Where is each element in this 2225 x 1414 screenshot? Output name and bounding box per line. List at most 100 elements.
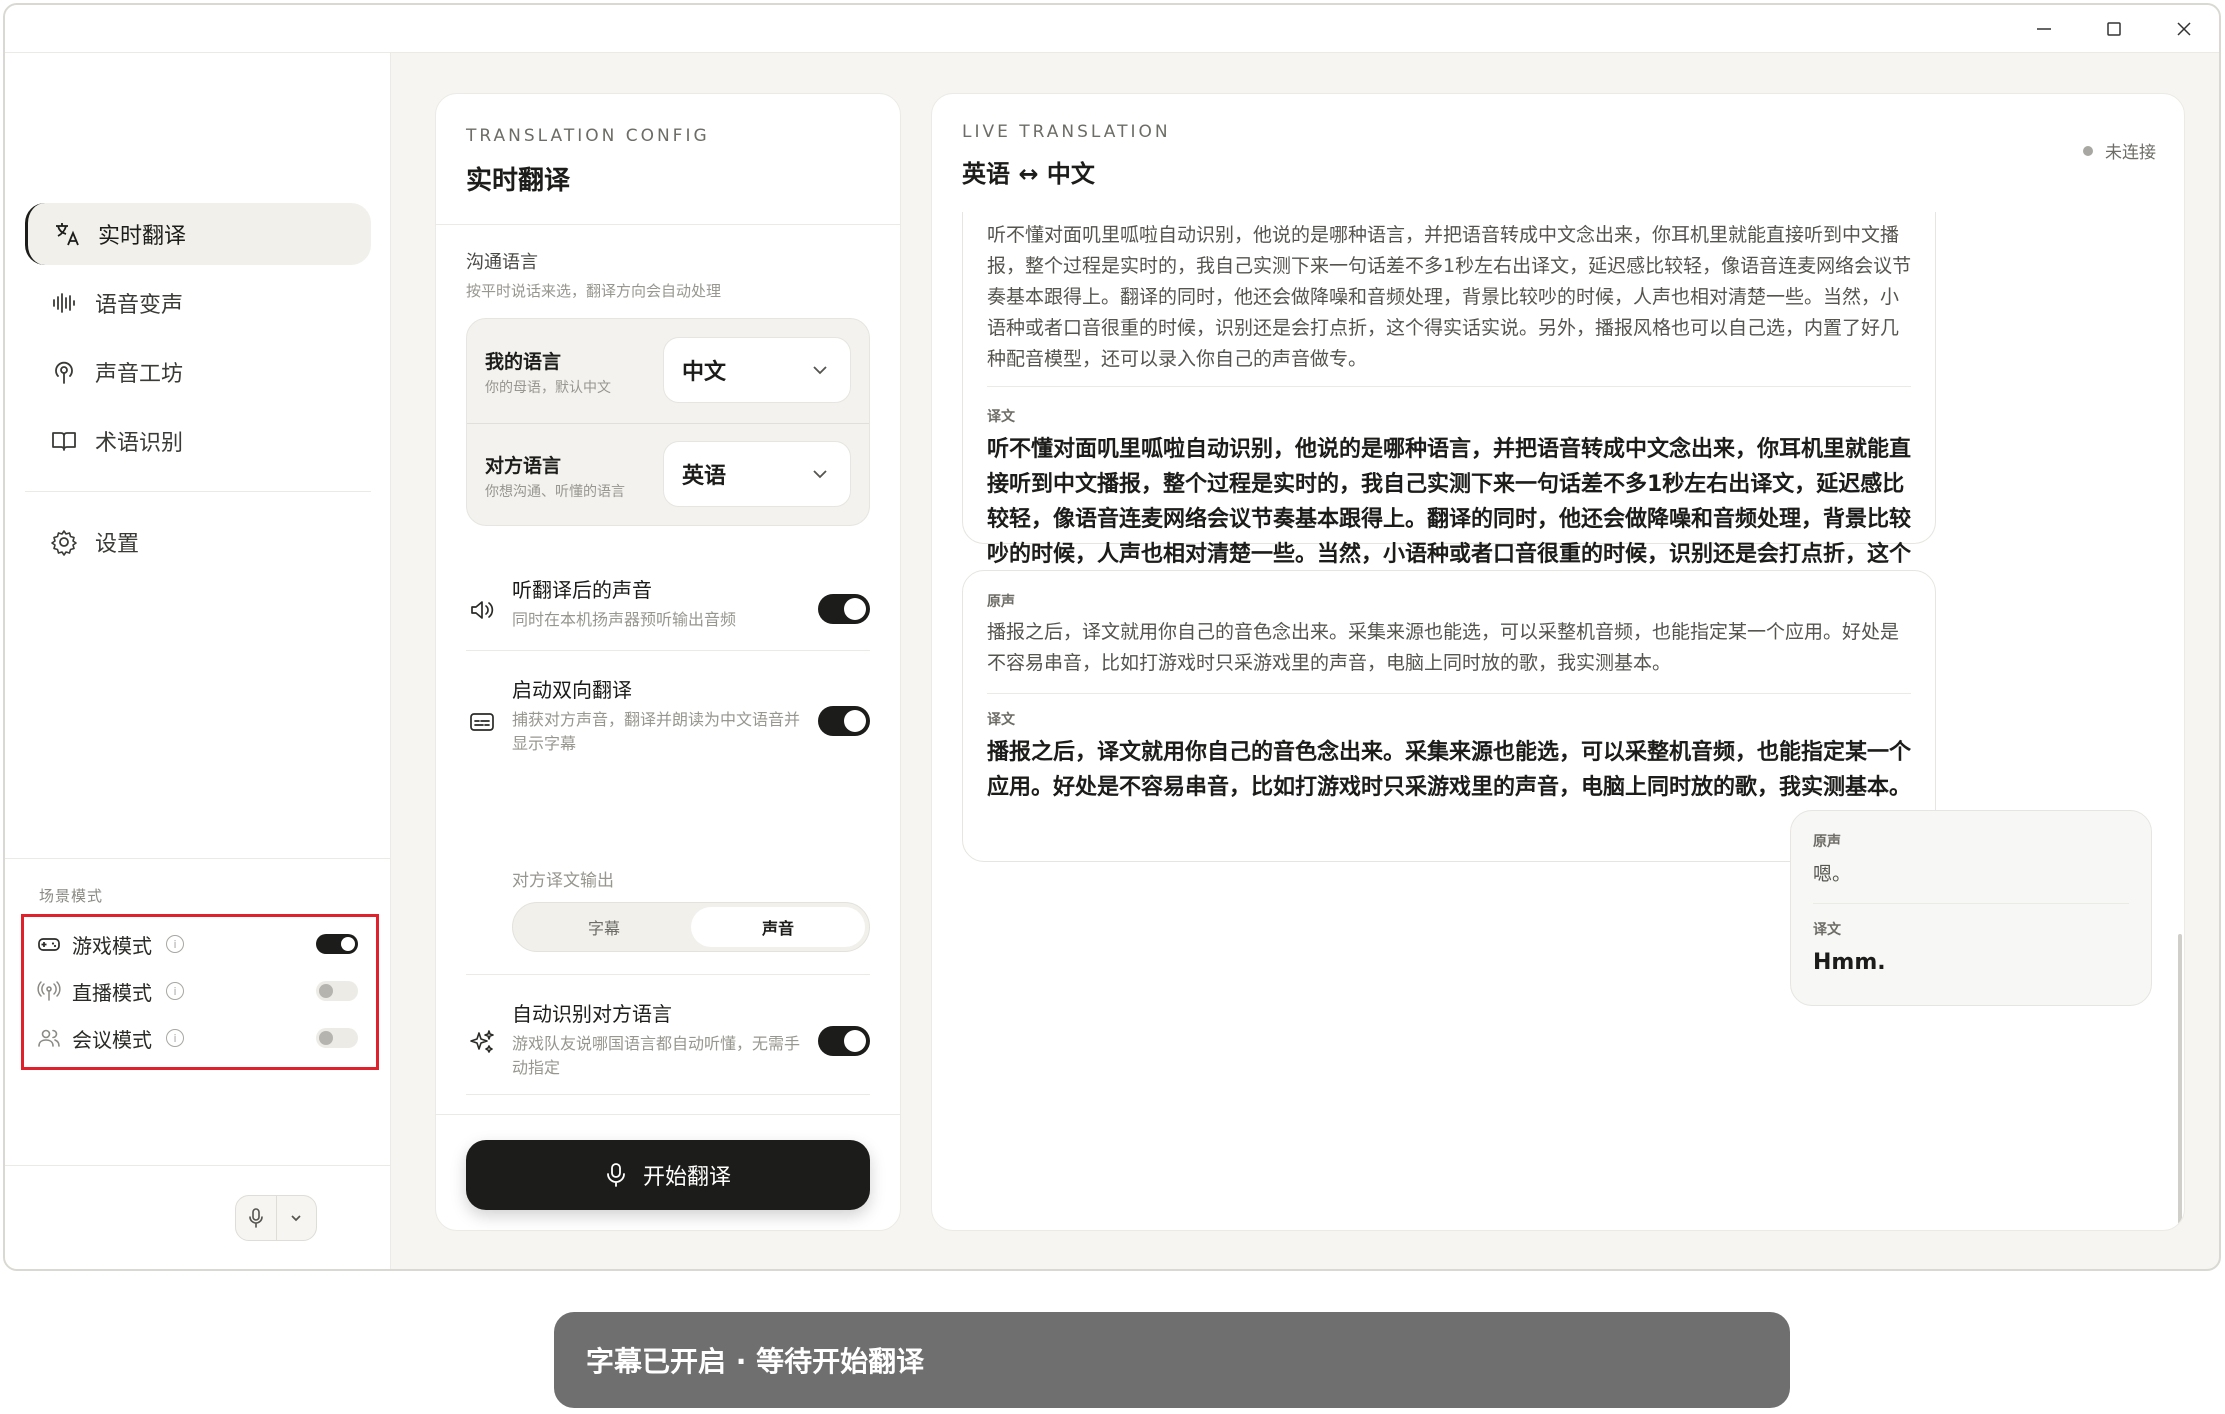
message-target-tag: 译文	[1813, 922, 1841, 938]
message-source-text: 嗯。	[1813, 863, 1852, 885]
people-icon	[36, 1025, 62, 1051]
broadcast-icon	[49, 357, 79, 387]
my-language-select[interactable]: 中文	[663, 337, 851, 403]
mic-device-picker[interactable]	[235, 1195, 317, 1241]
peer-language-value: 英语	[682, 464, 727, 489]
message-bubble: 原声 嗯。 译文 Hmm.	[1790, 810, 2152, 1006]
message-divider	[987, 386, 1911, 387]
option-sub: 游戏队友说哪国语言都自动听懂，无需手动指定	[512, 1034, 801, 1077]
footer-divider	[5, 1165, 391, 1166]
scene-label-meeting: 会议模式	[72, 1027, 152, 1052]
my-language-sub: 你的母语，默认中文	[485, 380, 611, 396]
chevron-down-icon	[813, 366, 827, 375]
status-toast: 字幕已开启 · 等待开始翻译	[554, 1312, 1790, 1408]
mic-button[interactable]	[236, 1196, 276, 1240]
output-option-subtitle[interactable]: 字幕	[517, 907, 691, 947]
sidebar-item-voice-workshop[interactable]: 声音工坊	[25, 341, 371, 403]
peer-language-row: 对方语言 你想沟通、听懂的语言 英语	[467, 423, 869, 527]
maximize-button[interactable]	[2079, 5, 2149, 53]
live-translation-panel: LIVE TRANSLATION 英语 ↔ 中文 未连接 听不懂对面叽里呱啦自动…	[931, 93, 2185, 1231]
sidebar: 实时翻译 语音变声 声音工坊 术语识别 设置 场景模式 游戏模式 i 直播模式 …	[5, 53, 391, 1269]
game-mode-toggle[interactable]	[316, 934, 358, 954]
mic-dropdown-button[interactable]	[275, 1196, 317, 1240]
minimize-icon	[2037, 28, 2051, 30]
message-source-text: 听不懂对面叽里呱啦自动识别，他说的是哪种语言，并把语音转成中文念出来，你耳机里就…	[987, 224, 1912, 370]
waveform-icon	[49, 288, 79, 318]
close-icon	[2177, 22, 2191, 36]
sparkle-icon	[466, 1026, 498, 1058]
mic-icon	[248, 1208, 263, 1228]
live-mode-toggle[interactable]	[316, 981, 358, 1001]
scene-row-meeting[interactable]: 会议模式 i	[36, 1018, 364, 1058]
scrollbar[interactable]	[2178, 934, 2182, 1224]
sidebar-item-voice-changer[interactable]: 语音变声	[25, 272, 371, 334]
message-bubble: 听不懂对面叽里呱啦自动识别，他说的是哪种语言，并把语音转成中文念出来，你耳机里就…	[962, 212, 1936, 637]
message-divider	[987, 693, 1911, 694]
output-label: 对方译文输出	[512, 871, 614, 891]
lang-section-subtitle: 按平时说话来选，翻译方向会自动处理	[466, 282, 722, 300]
message-source-tag: 原声	[987, 594, 1015, 610]
config-header-divider	[436, 224, 900, 225]
peer-language-sub: 你想沟通、听懂的语言	[485, 484, 625, 500]
message-divider	[1813, 903, 2129, 904]
sidebar-item-label: 语音变声	[95, 293, 184, 318]
output-option-voice[interactable]: 声音	[691, 907, 865, 947]
meeting-mode-toggle[interactable]	[316, 1028, 358, 1048]
message-source-text: 播报之后，译文就用你自己的音色念出来。采集来源也能选，可以采整机音频，也能指定某…	[987, 621, 1900, 674]
book-icon	[49, 426, 79, 456]
sidebar-item-terms[interactable]: 术语识别	[25, 410, 371, 472]
sidebar-item-label: 设置	[95, 532, 140, 557]
two-way-toggle[interactable]	[818, 706, 870, 736]
option-divider	[466, 974, 870, 975]
option-sub: 捕获对方声音，翻译并朗读为中文语音并显示字幕	[512, 710, 801, 753]
option-listen-translated: 听翻译后的声音 同时在本机扬声器预听输出音频	[466, 574, 870, 654]
sidebar-item-label: 术语识别	[95, 431, 184, 456]
my-language-label: 我的语言	[485, 351, 562, 373]
scene-row-game[interactable]: 游戏模式 i	[36, 924, 364, 964]
option-two-way: 启动双向翻译 捕获对方声音，翻译并朗读为中文语音并显示字幕	[466, 674, 870, 774]
scene-mode-label: 场景模式	[39, 887, 104, 905]
connection-status: 未连接	[2083, 138, 2156, 163]
live-eyebrow: LIVE TRANSLATION	[962, 122, 1171, 142]
chevron-down-icon	[291, 1215, 301, 1222]
message-target-tag: 译文	[987, 712, 1015, 728]
message-target-text: Hmm.	[1813, 950, 1886, 975]
config-title: 实时翻译	[466, 166, 571, 196]
minimize-button[interactable]	[2009, 5, 2079, 53]
config-eyebrow: TRANSLATION CONFIG	[466, 126, 710, 146]
config-footer-divider	[436, 1114, 900, 1115]
option-auto-detect: 自动识别对方语言 游戏队友说哪国语言都自动听懂，无需手动指定	[466, 998, 870, 1088]
speaker-icon	[466, 594, 498, 626]
sidebar-item-label: 声音工坊	[95, 362, 184, 387]
message-source-tag: 原声	[1813, 834, 1841, 850]
option-divider	[466, 650, 870, 651]
option-sub: 同时在本机扬声器预听输出音频	[512, 610, 737, 629]
info-icon[interactable]: i	[166, 1029, 184, 1047]
peer-language-select[interactable]: 英语	[663, 441, 851, 507]
status-text: 未连接	[2105, 143, 2156, 163]
sidebar-divider	[25, 491, 371, 492]
scene-divider	[5, 858, 391, 859]
start-button-label: 开始翻译	[642, 1165, 731, 1190]
start-translation-button[interactable]: 开始翻译	[466, 1140, 870, 1210]
listen-translated-toggle[interactable]	[818, 594, 870, 624]
gamepad-icon	[36, 931, 62, 957]
subtitle-icon	[466, 706, 498, 738]
my-language-row: 我的语言 你的母语，默认中文 中文	[467, 319, 869, 423]
message-target-text: 播报之后，译文就用你自己的音色念出来。采集来源也能选，可以采整机音频，也能指定某…	[987, 740, 1912, 800]
scene-row-live[interactable]: 直播模式 i	[36, 971, 364, 1011]
peer-language-label: 对方语言	[485, 455, 562, 477]
live-title: 英语 ↔ 中文	[962, 160, 1095, 188]
status-dot	[2083, 145, 2093, 156]
auto-detect-toggle[interactable]	[818, 1026, 870, 1056]
close-button[interactable]	[2149, 5, 2219, 53]
message-list[interactable]: 听不懂对面叽里呱啦自动识别，他说的是哪种语言，并把语音转成中文念出来，你耳机里就…	[932, 212, 2184, 1230]
translate-icon	[52, 219, 82, 249]
message-bubble: 原声 播报之后，译文就用你自己的音色念出来。采集来源也能选，可以采整机音频，也能…	[962, 570, 1936, 862]
sidebar-item-live-translation[interactable]: 实时翻译	[25, 203, 371, 265]
info-icon[interactable]: i	[166, 935, 184, 953]
chevron-down-icon	[813, 470, 827, 479]
translation-config-panel: TRANSLATION CONFIG 实时翻译 沟通语言 按平时说话来选，翻译方…	[435, 93, 901, 1231]
sidebar-item-settings[interactable]: 设置	[25, 511, 371, 573]
info-icon[interactable]: i	[166, 982, 184, 1000]
